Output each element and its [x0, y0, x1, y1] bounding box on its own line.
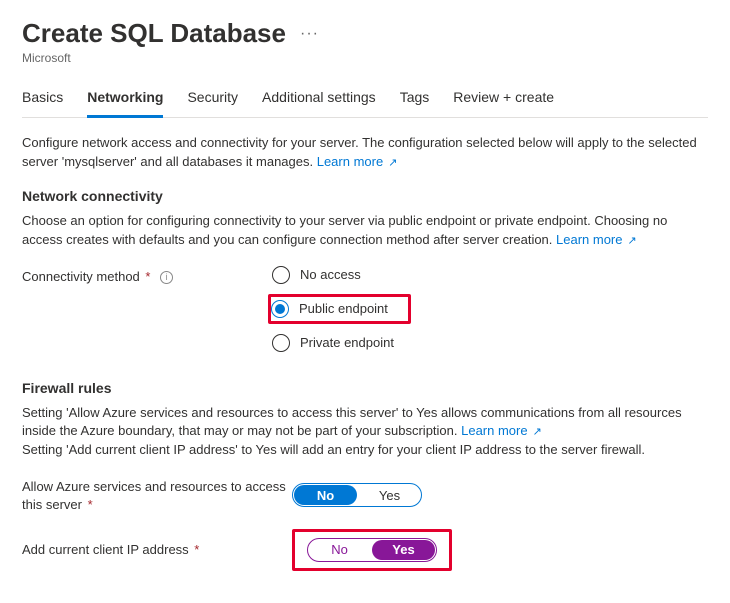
tab-additional-settings[interactable]: Additional settings — [262, 83, 376, 118]
network-connectivity-title: Network connectivity — [22, 188, 708, 204]
firewall-learn-more-link[interactable]: Learn more ↗ — [461, 423, 542, 438]
radio-label: No access — [300, 267, 361, 282]
firewall-desc: Setting 'Allow Azure services and resour… — [22, 404, 708, 461]
tab-review-create[interactable]: Review + create — [453, 83, 554, 118]
connectivity-method-row: Connectivity method * i No access Public… — [22, 266, 708, 352]
external-link-icon: ↗ — [625, 235, 637, 247]
tab-basics[interactable]: Basics — [22, 83, 63, 118]
radio-label: Public endpoint — [299, 301, 388, 316]
tab-networking[interactable]: Networking — [87, 83, 163, 118]
highlight-public-endpoint: Public endpoint — [268, 294, 411, 324]
page-header: Create SQL Database ··· Microsoft — [22, 18, 708, 65]
page-title: Create SQL Database — [22, 18, 286, 49]
required-asterisk: * — [142, 269, 151, 284]
more-icon[interactable]: ··· — [300, 25, 319, 43]
radio-icon — [272, 334, 290, 352]
required-asterisk: * — [84, 497, 93, 512]
external-link-icon: ↗ — [385, 157, 397, 169]
intro-learn-more-link[interactable]: Learn more ↗ — [317, 154, 398, 169]
radio-public-endpoint[interactable]: Public endpoint — [271, 300, 388, 318]
network-learn-more-link[interactable]: Learn more ↗ — [556, 232, 637, 247]
toggle-yes[interactable]: Yes — [358, 484, 421, 506]
firewall-desc-2: Setting 'Add current client IP address' … — [22, 442, 645, 457]
allow-azure-row: Allow Azure services and resources to ac… — [22, 476, 708, 514]
highlight-add-ip-toggle: No Yes — [292, 529, 452, 571]
intro-text: Configure network access and connectivit… — [22, 134, 708, 172]
external-link-icon: ↗ — [530, 426, 542, 438]
allow-azure-toggle[interactable]: No Yes — [292, 483, 422, 507]
page-subtitle: Microsoft — [22, 51, 708, 65]
radio-icon — [272, 266, 290, 284]
add-ip-label: Add current client IP address * — [22, 539, 292, 559]
tab-security[interactable]: Security — [187, 83, 238, 118]
tab-tags[interactable]: Tags — [400, 83, 430, 118]
toggle-no[interactable]: No — [294, 485, 357, 505]
connectivity-radio-group: No access Public endpoint Private endpoi… — [272, 266, 411, 352]
required-asterisk: * — [191, 542, 200, 557]
allow-azure-toggle-wrap: No Yes — [292, 483, 422, 507]
radio-no-access[interactable]: No access — [272, 266, 411, 284]
tab-bar: Basics Networking Security Additional se… — [22, 83, 708, 118]
radio-label: Private endpoint — [300, 335, 394, 350]
toggle-yes[interactable]: Yes — [372, 540, 435, 560]
radio-private-endpoint[interactable]: Private endpoint — [272, 334, 411, 352]
toggle-no[interactable]: No — [308, 539, 371, 561]
allow-azure-label: Allow Azure services and resources to ac… — [22, 476, 292, 514]
radio-icon — [271, 300, 289, 318]
firewall-rules-title: Firewall rules — [22, 380, 708, 396]
add-ip-row: Add current client IP address * No Yes — [22, 529, 708, 571]
add-ip-toggle[interactable]: No Yes — [307, 538, 437, 562]
network-desc: Choose an option for configuring connect… — [22, 212, 708, 250]
firewall-desc-1: Setting 'Allow Azure services and resour… — [22, 405, 682, 439]
connectivity-method-label: Connectivity method * i — [22, 266, 272, 286]
info-icon[interactable]: i — [160, 271, 173, 284]
